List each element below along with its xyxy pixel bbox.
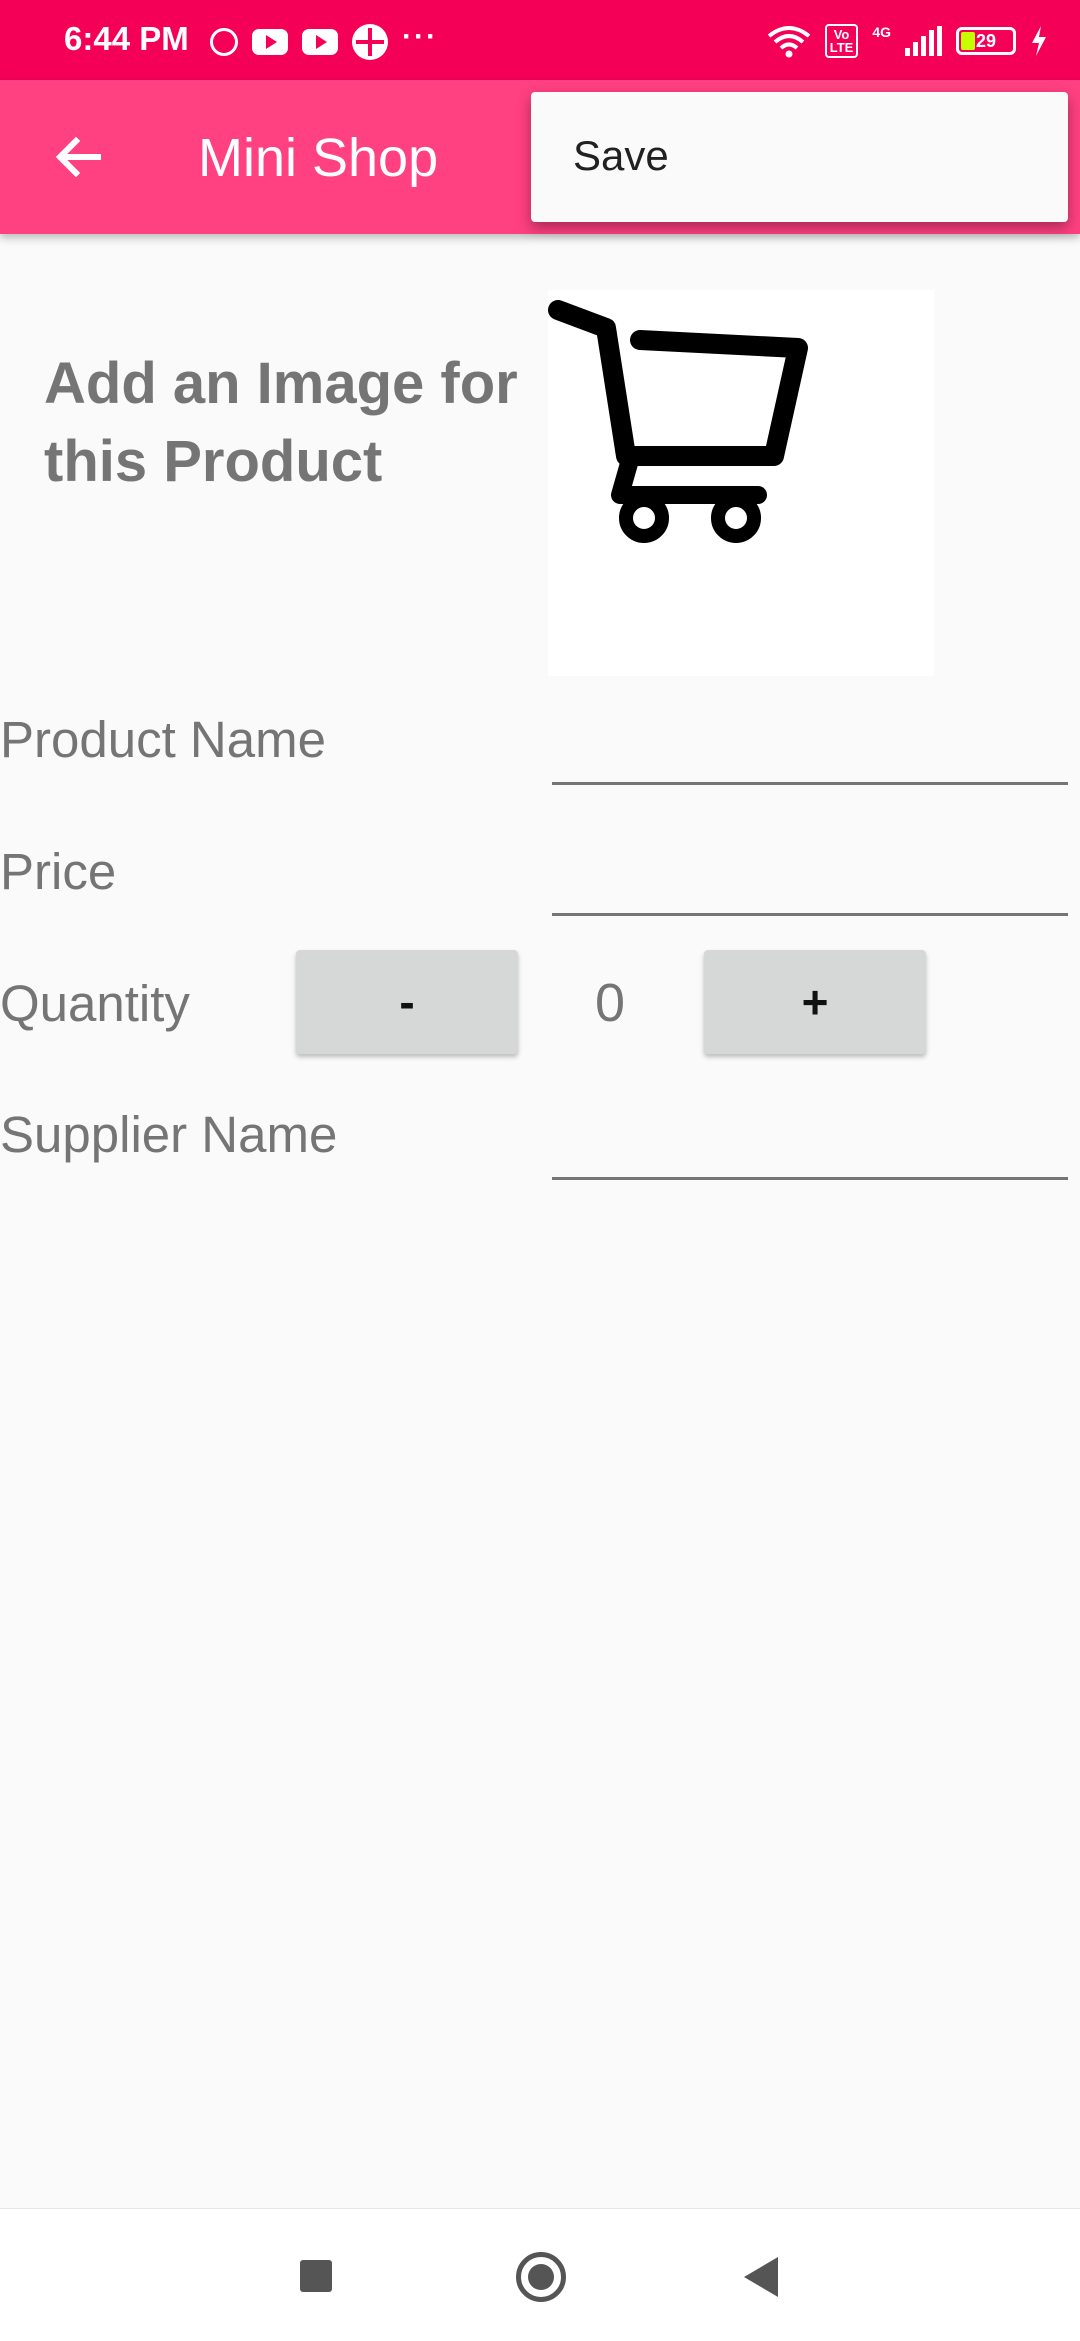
- app-icon: [352, 24, 388, 60]
- arrow-back-icon[interactable]: [50, 128, 108, 186]
- product-name-label: Product Name: [0, 711, 326, 768]
- status-icons-right: Vo LTE 4G 29: [767, 24, 1048, 58]
- app-title: Mini Shop: [198, 128, 439, 188]
- menu-item-save[interactable]: Save: [573, 132, 669, 180]
- image-prompt: Add an Image for this Product: [44, 351, 518, 494]
- price-label: Price: [0, 843, 117, 900]
- supplier-name-label: Supplier Name: [0, 1106, 338, 1163]
- quantity-label: Quantity: [0, 975, 190, 1032]
- recents-square-icon[interactable]: [300, 2260, 332, 2292]
- back-triangle-icon[interactable]: [744, 2257, 778, 2297]
- signal-icon: [905, 26, 942, 56]
- increment-button[interactable]: +: [704, 950, 926, 1054]
- home-circle-icon[interactable]: [516, 2252, 566, 2302]
- wifi-icon: [767, 26, 810, 58]
- product-image[interactable]: [548, 290, 934, 676]
- network-type: 4G: [872, 24, 891, 40]
- product-name-input[interactable]: [552, 722, 1068, 785]
- navigation-bar: [0, 2208, 1080, 2341]
- supplier-name-input[interactable]: [552, 1117, 1068, 1180]
- charging-icon: [1032, 26, 1046, 56]
- alarm-icon: [210, 28, 238, 56]
- decrement-button[interactable]: -: [296, 950, 518, 1054]
- battery-level: 29: [975, 31, 997, 51]
- more-dots-icon: ···: [402, 20, 438, 53]
- price-input[interactable]: [552, 853, 1068, 916]
- youtube-icon: [252, 29, 288, 55]
- status-icons-left: ···: [210, 20, 438, 60]
- volte-icon: Vo LTE: [824, 24, 859, 58]
- quantity-value: 0: [594, 973, 626, 1033]
- overflow-menu: Save: [531, 92, 1068, 222]
- youtube-icon: [302, 29, 338, 55]
- shopping-cart-icon: [548, 300, 808, 543]
- battery-icon: 29: [956, 27, 1016, 55]
- status-bar: 6:44 PM ··· Vo LTE 4G 29: [0, 0, 1080, 80]
- status-time: 6:44 PM: [64, 20, 189, 57]
